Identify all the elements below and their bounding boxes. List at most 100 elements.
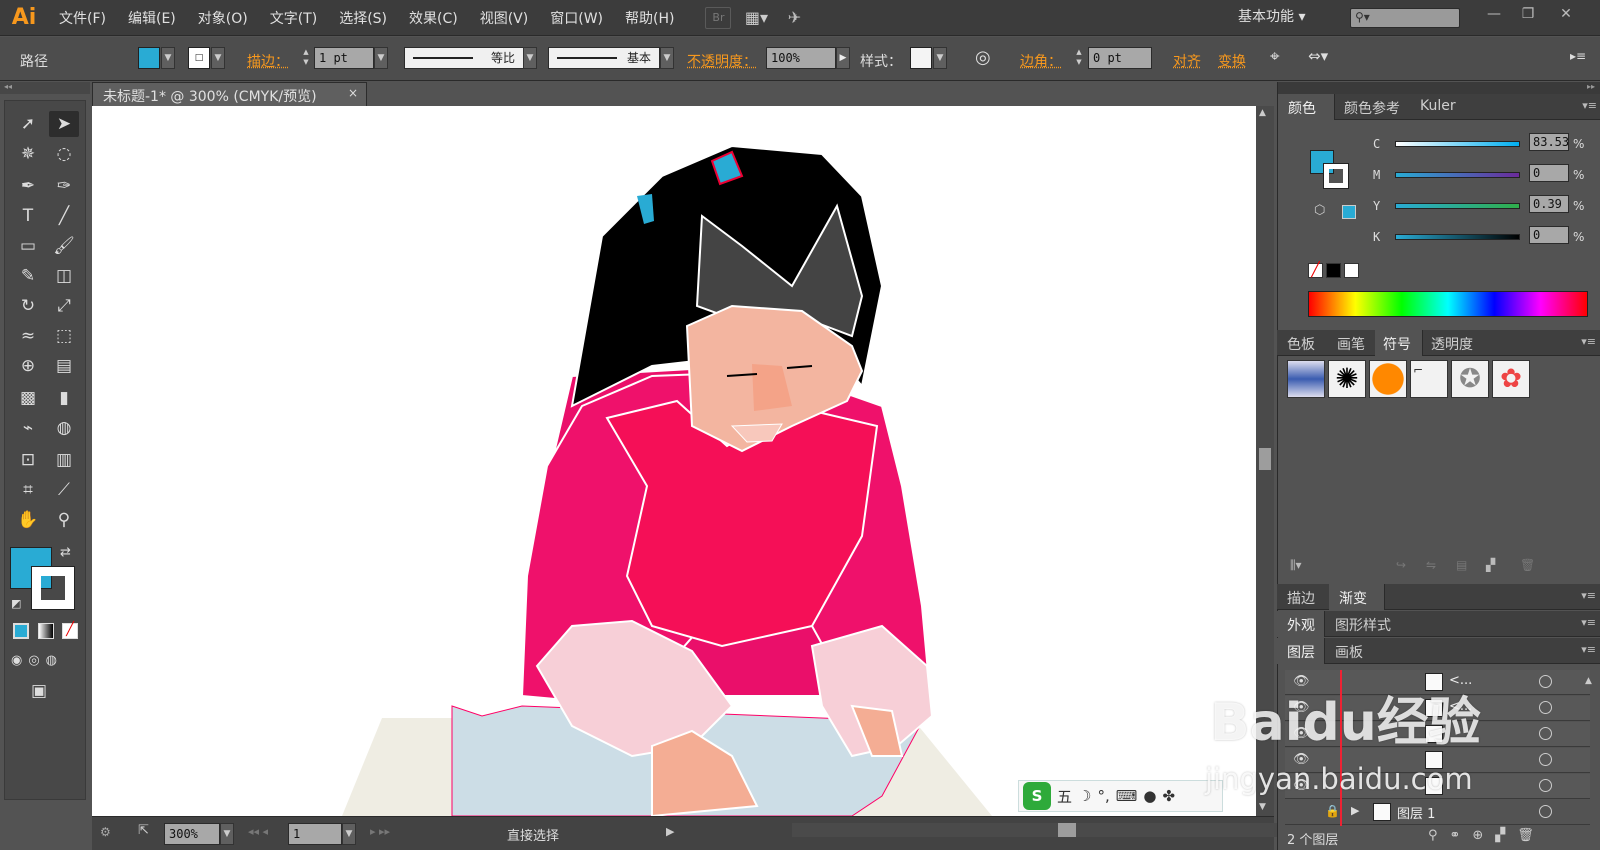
none-mode-icon[interactable]: ╱	[62, 623, 78, 639]
menu-select[interactable]: 选择(S)	[328, 8, 398, 28]
free-transform-icon[interactable]: ⬚	[49, 323, 79, 349]
default-colors-icon[interactable]: ◩	[11, 597, 21, 610]
opacity-panel-link[interactable]: 不透明度：	[687, 51, 757, 71]
pencil-tool-icon[interactable]: ✎	[13, 263, 43, 289]
tab-symbols[interactable]: 符号	[1383, 334, 1411, 354]
opacity-slider-button[interactable]: ▶	[836, 47, 850, 69]
workspace-switcher[interactable]: 基本功能 ▾	[1238, 6, 1305, 26]
black-value[interactable]: 0	[1529, 226, 1569, 244]
horizontal-scroll-thumb[interactable]	[1058, 823, 1076, 837]
opacity-field[interactable]: 100%	[766, 47, 836, 69]
layer-name[interactable]: 图层 1	[1397, 803, 1435, 822]
horizontal-scrollbar[interactable]	[792, 823, 1352, 837]
magenta-value[interactable]: 0	[1529, 164, 1569, 182]
status-gear-icon[interactable]: ⚙	[100, 825, 111, 839]
first-artboard-icon[interactable]: ◂◂ ◂	[248, 825, 268, 838]
direct-selection-tool-icon[interactable]: ➤	[49, 111, 79, 137]
minimize-button[interactable]: —	[1480, 3, 1508, 25]
magic-wand-tool-icon[interactable]: ✵	[13, 141, 43, 167]
curvature-pen-icon[interactable]: ✑	[49, 173, 79, 199]
half-width-icon[interactable]: ☽	[1078, 787, 1091, 805]
target-icon[interactable]	[1539, 805, 1552, 818]
graphic-style-swatch[interactable]	[910, 47, 932, 69]
tab-artboards[interactable]: 画板	[1335, 642, 1363, 662]
color-panel-stroke[interactable]	[1323, 163, 1349, 189]
corner-panel-link[interactable]: 边角：	[1020, 51, 1062, 71]
stroke-panel-menu-icon[interactable]: ▾≡	[1581, 589, 1596, 602]
status-menu-arrow[interactable]: ▶	[666, 825, 674, 838]
symbol-sprayer-icon[interactable]: ⊡	[13, 447, 43, 473]
ime-mode[interactable]: 五	[1057, 786, 1072, 807]
tab-appearance[interactable]: 外观	[1287, 615, 1315, 635]
menu-effect[interactable]: 效果(C)	[398, 8, 469, 28]
fill-swatch[interactable]	[138, 47, 160, 69]
keyboard-icon[interactable]: ⌨	[1116, 787, 1138, 805]
pen-tool-icon[interactable]: ✒	[13, 173, 43, 199]
line-tool-icon[interactable]: ╱	[49, 203, 79, 229]
stroke-swatch[interactable]: □	[188, 47, 210, 69]
symbol-library-icon[interactable]: ⫼▾	[1290, 558, 1302, 573]
scroll-down-icon[interactable]: ▼	[1259, 802, 1266, 812]
white-swatch[interactable]	[1344, 263, 1359, 278]
symbols-panel-menu-icon[interactable]: ▾≡	[1581, 335, 1596, 348]
color-panel-menu-icon[interactable]: ▾≡	[1582, 99, 1597, 112]
search-input[interactable]: ⚲▾	[1350, 8, 1460, 28]
lock-icon[interactable]: 🔒	[1325, 804, 1340, 818]
place-symbol-icon[interactable]: ↪	[1396, 558, 1406, 572]
target-icon[interactable]	[1539, 727, 1552, 740]
artboard-tool-icon[interactable]: ⌗	[13, 477, 43, 503]
tab-gradient[interactable]: 渐变	[1339, 588, 1367, 608]
export-icon[interactable]: ⇱	[138, 823, 149, 838]
target-icon[interactable]	[1539, 675, 1552, 688]
yellow-slider[interactable]	[1395, 203, 1520, 209]
document-tab[interactable]: 未标题-1* @ 300% (CMYK/预览) ×	[92, 82, 367, 106]
appearance-panel-menu-icon[interactable]: ▾≡	[1581, 616, 1596, 629]
black-slider[interactable]	[1395, 234, 1520, 240]
fill-dropdown[interactable]: ▼	[161, 47, 175, 69]
selection-tool-icon[interactable]: ➚	[13, 111, 43, 137]
brush-definition[interactable]: 基本	[548, 47, 660, 69]
profile-dropdown[interactable]: ▼	[523, 47, 537, 69]
swap-colors-icon[interactable]: ⇄	[60, 545, 71, 560]
break-link-icon[interactable]: ⇋	[1426, 558, 1436, 572]
bridge-button[interactable]: Br	[705, 6, 732, 29]
new-symbol-icon[interactable]: ▞	[1486, 558, 1495, 572]
target-icon[interactable]	[1539, 779, 1552, 792]
stroke-weight-field[interactable]: 1 pt	[314, 47, 374, 69]
tools-grip[interactable]: ◂◂	[0, 82, 90, 94]
out-of-gamut-icon[interactable]: ⬡	[1314, 203, 1325, 218]
stroke-weight-dropdown[interactable]: ▼	[374, 47, 388, 69]
maximize-button[interactable]: ❐	[1514, 3, 1542, 25]
yellow-value[interactable]: 0.39	[1529, 195, 1569, 213]
next-artboard-icon[interactable]: ▸ ▸▸	[370, 825, 390, 838]
black-swatch[interactable]	[1326, 263, 1341, 278]
tab-swatches[interactable]: 色板	[1287, 334, 1315, 354]
stroke-panel-link[interactable]: 描边：	[247, 51, 289, 71]
magenta-slider[interactable]	[1395, 172, 1520, 178]
rotate-tool-icon[interactable]: ↻	[13, 293, 43, 319]
gamut-swatch[interactable]	[1342, 205, 1356, 219]
layers-scroll-up-icon[interactable]: ▲	[1585, 676, 1592, 686]
tab-graphic-styles[interactable]: 图形样式	[1335, 615, 1391, 635]
ime-toolbar[interactable]: S 五 ☽ °, ⌨ ● ✤	[1018, 780, 1223, 812]
toolbox-icon[interactable]: ✤	[1163, 787, 1176, 805]
expand-arrow-icon[interactable]: ▶	[1351, 804, 1359, 817]
hand-tool-icon[interactable]: ✋	[13, 507, 43, 533]
layer-group-row[interactable]: 🔒 ▶ 图层 1	[1285, 800, 1590, 825]
punctuation-icon[interactable]: °,	[1097, 787, 1109, 805]
tab-kuler[interactable]: Kuler	[1420, 98, 1456, 114]
scale-tool-icon[interactable]: ⤢	[49, 293, 79, 319]
blend-tool-icon[interactable]: ◍	[49, 415, 79, 441]
isolate-icon[interactable]: ⌖	[1270, 47, 1280, 67]
close-tab-icon[interactable]: ×	[348, 86, 358, 100]
none-color-swatch[interactable]: ╱	[1308, 263, 1323, 278]
artboard-dropdown[interactable]: ▼	[342, 823, 356, 845]
transform-panel-link[interactable]: 变换	[1218, 51, 1246, 71]
menu-edit[interactable]: 编辑(E)	[117, 8, 187, 28]
gpu-performance-icon[interactable]: ✈	[781, 7, 807, 29]
recolor-artwork-icon[interactable]: ◎	[975, 47, 991, 68]
layers-panel-menu-icon[interactable]: ▾≡	[1581, 643, 1596, 656]
symbol-orange-dot[interactable]	[1369, 360, 1407, 398]
tab-layers[interactable]: 图层	[1287, 642, 1315, 662]
tab-transparency[interactable]: 透明度	[1431, 334, 1473, 354]
